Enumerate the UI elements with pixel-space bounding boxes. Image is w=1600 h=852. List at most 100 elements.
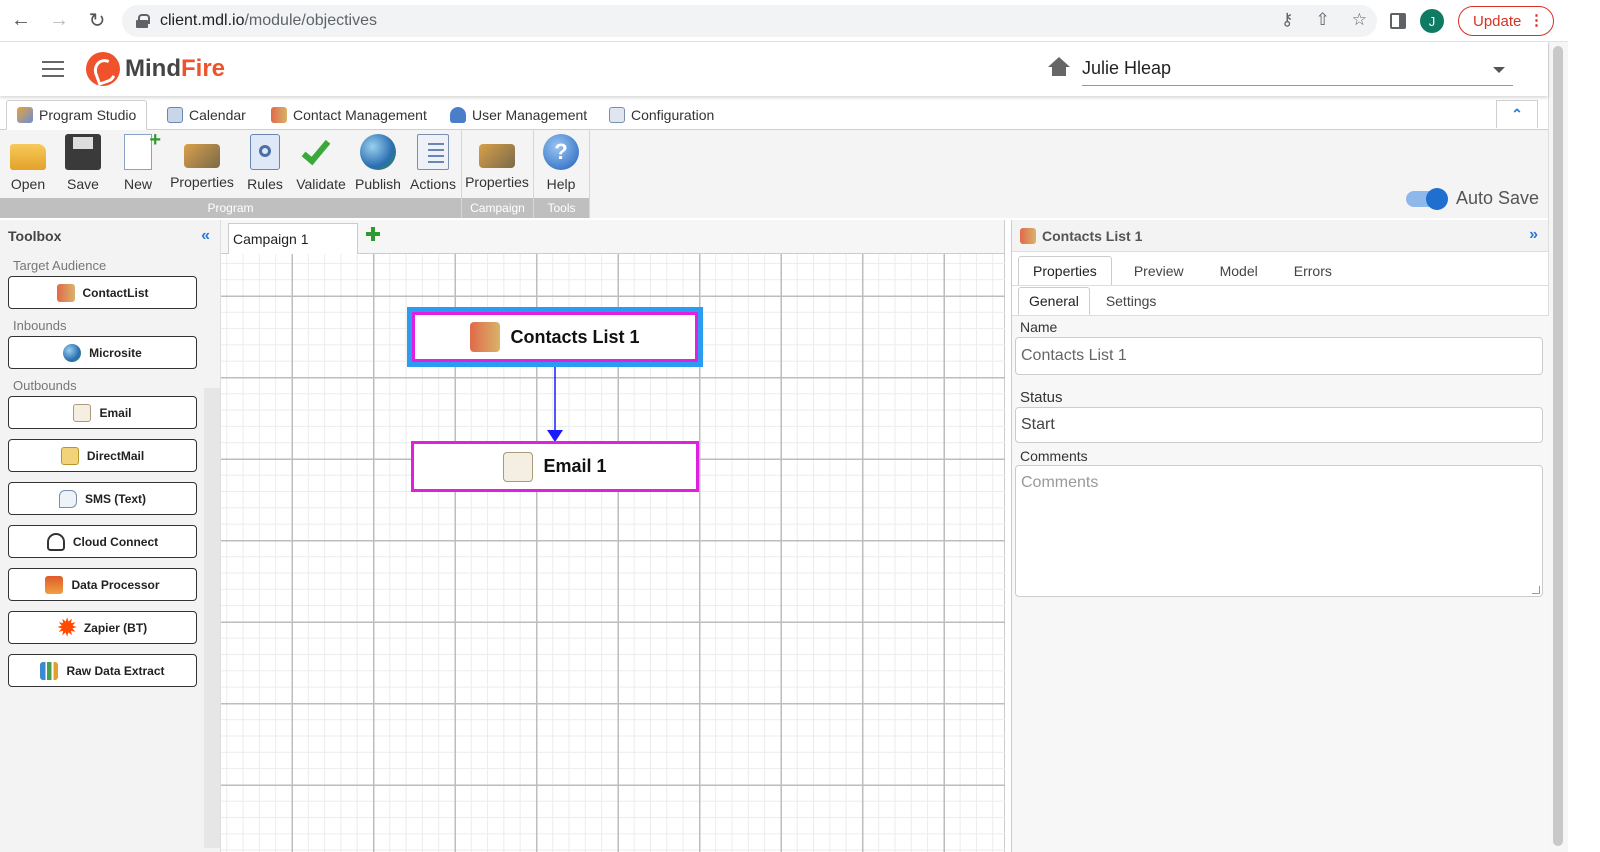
resize-handle[interactable]	[1532, 586, 1540, 594]
comments-textarea[interactable]: Comments	[1015, 465, 1543, 597]
properties-icon	[479, 144, 515, 168]
hamburger-menu-icon[interactable]	[42, 61, 64, 77]
autosave-toggle[interactable]	[1406, 187, 1448, 210]
chevron-double-up-icon: ⌃	[1511, 106, 1523, 122]
tool-contactlist[interactable]: ContactList	[8, 276, 197, 309]
publish-button[interactable]: Publish	[352, 134, 404, 196]
tool-raw-data-extract[interactable]: Raw Data Extract	[8, 654, 197, 687]
new-label: New	[123, 176, 152, 192]
home-icon[interactable]	[1048, 57, 1070, 77]
lock-icon[interactable]	[136, 14, 150, 28]
contacts-icon	[56, 283, 75, 302]
tab-campaign-1[interactable]: Campaign 1	[228, 223, 358, 254]
tool-email[interactable]: Email	[8, 396, 197, 429]
back-icon[interactable]: ←	[4, 4, 38, 38]
new-button[interactable]: + New	[112, 129, 164, 196]
scrollbar-thumb[interactable]	[1553, 46, 1563, 846]
outside-area	[1568, 0, 1600, 852]
canvas-tabbar: Campaign 1	[221, 220, 1004, 254]
tool-microsite[interactable]: Microsite	[8, 336, 197, 369]
tab-contact-management[interactable]: Contact Management	[261, 100, 437, 130]
tab-errors[interactable]: Errors	[1280, 256, 1346, 286]
tool-label: DirectMail	[86, 448, 145, 463]
direct-mail-icon	[60, 446, 79, 465]
user-name: Julie Hleap	[1082, 58, 1172, 78]
toolbox-panel: Toolbox « Target Audience ContactList In…	[0, 220, 221, 852]
validate-button[interactable]: Validate	[295, 134, 347, 196]
ribbon: Open Save + New Properties Rules Validat…	[0, 129, 1548, 218]
collapse-ribbon-button[interactable]: ⌃	[1496, 100, 1538, 128]
tab-user-management[interactable]: User Management	[440, 100, 597, 130]
tab-model[interactable]: Model	[1206, 256, 1272, 286]
program-studio-icon	[17, 107, 33, 123]
tool-label: Microsite	[89, 345, 142, 360]
help-icon: ?	[543, 134, 579, 170]
tab-program-studio[interactable]: Program Studio	[6, 100, 148, 130]
open-label: Open	[10, 176, 46, 192]
tool-cloud-connect[interactable]: Cloud Connect	[8, 525, 197, 558]
key-icon[interactable]: ⚷	[1281, 10, 1293, 30]
tab-calendar[interactable]: Calendar	[157, 100, 256, 130]
campaign-canvas-area: Campaign 1 Contacts List 1 Email 1	[221, 220, 1005, 852]
open-button[interactable]: Open	[2, 134, 54, 196]
tool-sms[interactable]: SMS (Text)	[8, 482, 197, 515]
status-field[interactable]: Start	[1015, 407, 1543, 443]
app-header: MindFire Julie Hleap	[0, 42, 1548, 96]
actions-button[interactable]: Actions	[407, 134, 459, 196]
group-label-campaign: Campaign	[462, 198, 533, 218]
canvas-grid[interactable]: Contacts List 1 Email 1	[221, 254, 1005, 852]
tab-general[interactable]: General	[1018, 287, 1090, 315]
node-label: Email 1	[543, 456, 607, 476]
tab-settings[interactable]: Settings	[1096, 287, 1167, 315]
checkmark-icon	[301, 134, 339, 170]
folder-open-icon	[10, 144, 46, 170]
tool-data-processor[interactable]: Data Processor	[8, 568, 197, 601]
tool-directmail[interactable]: DirectMail	[8, 439, 197, 472]
rules-button[interactable]: Rules	[239, 134, 291, 196]
tab-properties[interactable]: Properties	[1018, 256, 1112, 286]
star-icon[interactable]: ☆	[1352, 10, 1367, 30]
tab-preview[interactable]: Preview	[1120, 256, 1198, 286]
node-contacts-list-1[interactable]: Contacts List 1	[407, 307, 703, 367]
side-panel-icon[interactable]	[1390, 13, 1406, 29]
user-select[interactable]: Julie Hleap	[1082, 50, 1513, 86]
properties-title: Contacts List 1	[1042, 227, 1143, 244]
name-field[interactable]: Contacts List 1	[1015, 337, 1543, 375]
address-bar[interactable]: client.mdl.io/module/objectives ⚷ ⇧ ☆	[122, 5, 1377, 37]
save-icon	[65, 134, 101, 170]
autosave-control: Auto Save	[1406, 187, 1539, 210]
campaign-properties-button[interactable]: Properties	[465, 134, 529, 196]
validate-label: Validate	[296, 176, 346, 192]
page-scrollbar[interactable]	[1548, 42, 1568, 852]
tool-label: SMS (Text)	[84, 491, 147, 506]
help-button[interactable]: ? Help	[535, 134, 587, 196]
rules-label: Rules	[247, 176, 283, 192]
tool-label: Zapier (BT)	[83, 620, 148, 635]
properties-label: Properties	[170, 174, 234, 190]
reload-icon[interactable]: ↻	[80, 4, 114, 38]
share-icon[interactable]: ⇧	[1316, 10, 1330, 30]
add-campaign-icon[interactable]	[365, 226, 381, 242]
new-document-icon: +	[124, 129, 161, 170]
cloud-icon	[46, 532, 65, 551]
collapse-left-icon[interactable]: «	[201, 227, 210, 245]
properties-panel: Contacts List 1 » Properties Preview Mod…	[1011, 220, 1549, 852]
avatar[interactable]: J	[1420, 9, 1444, 33]
properties-icon	[184, 144, 220, 168]
globe-icon	[63, 343, 82, 362]
actions-label: Actions	[410, 176, 456, 192]
chevron-down-icon[interactable]	[1493, 67, 1505, 73]
url-host: client.mdl.io	[160, 12, 245, 29]
campaign-properties-label: Properties	[465, 174, 529, 190]
save-button[interactable]: Save	[57, 134, 109, 196]
tool-zapier[interactable]: ✹ Zapier (BT)	[8, 611, 197, 644]
update-button[interactable]: Update ⋮	[1458, 6, 1554, 36]
more-icon[interactable]: ⋮	[1529, 11, 1544, 29]
forward-icon[interactable]: →	[42, 4, 76, 38]
envelope-icon	[503, 451, 534, 482]
node-email-1[interactable]: Email 1	[411, 441, 699, 492]
tab-configuration[interactable]: Configuration	[599, 100, 724, 130]
collapse-right-icon[interactable]: »	[1529, 226, 1538, 244]
program-properties-button[interactable]: Properties	[170, 134, 234, 196]
toolbox-scrollbar[interactable]	[204, 388, 220, 848]
